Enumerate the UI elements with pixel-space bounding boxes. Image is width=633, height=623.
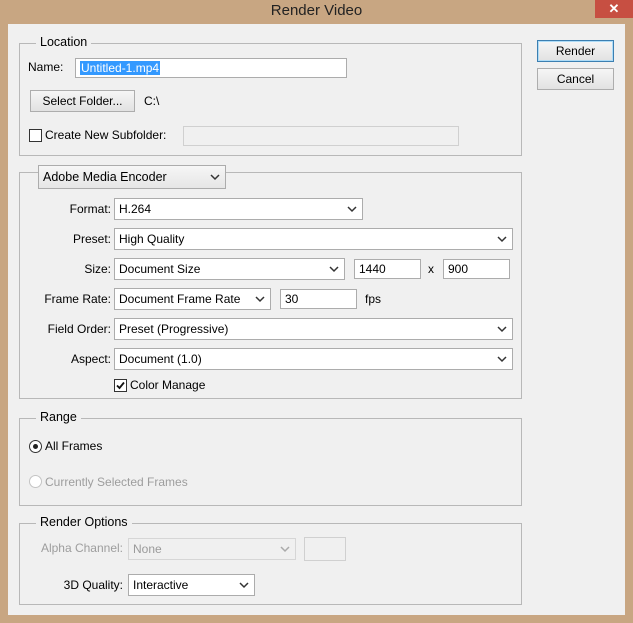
chevron-down-icon bbox=[255, 296, 265, 303]
alpha-channel-select[interactable]: None bbox=[128, 538, 296, 560]
name-field-value: Untitled-1.mp4 bbox=[80, 61, 161, 75]
width-field[interactable]: 1440 bbox=[354, 259, 421, 279]
render-button[interactable]: Render bbox=[537, 40, 614, 62]
chevron-down-icon bbox=[497, 326, 507, 333]
aspect-select[interactable]: Document (1.0) bbox=[114, 348, 513, 370]
selected-frames-radio[interactable] bbox=[29, 475, 42, 488]
chevron-down-icon bbox=[347, 206, 357, 213]
3d-quality-value: Interactive bbox=[133, 578, 189, 592]
chevron-down-icon bbox=[239, 582, 249, 589]
alpha-channel-value: None bbox=[133, 542, 162, 556]
create-subfolder-checkbox[interactable] bbox=[29, 129, 42, 142]
chevron-down-icon bbox=[280, 546, 290, 553]
size-select[interactable]: Document Size bbox=[114, 258, 345, 280]
folder-path: C:\ bbox=[144, 94, 160, 108]
fps-field[interactable]: 30 bbox=[280, 289, 357, 309]
height-field[interactable]: 900 bbox=[443, 259, 510, 279]
cancel-button[interactable]: Cancel bbox=[537, 68, 614, 90]
range-group: Range All Frames Currently Selected Fram… bbox=[19, 410, 522, 506]
size-separator: x bbox=[428, 262, 434, 276]
encoder-group: Adobe Media Encoder Format: H.264 Preset… bbox=[19, 165, 522, 399]
location-group: Location Name: Untitled-1.mp4 Select Fol… bbox=[19, 35, 522, 156]
alpha-color-swatch[interactable] bbox=[304, 537, 346, 561]
aspect-label: Aspect: bbox=[70, 352, 111, 366]
render-options-group: Render Options Alpha Channel: None 3D Qu… bbox=[19, 515, 522, 605]
chevron-down-icon bbox=[497, 236, 507, 243]
format-value: H.264 bbox=[119, 202, 152, 216]
render-options-group-title: Render Options bbox=[36, 515, 132, 529]
size-value: Document Size bbox=[119, 262, 201, 276]
frame-rate-label: Frame Rate: bbox=[44, 292, 111, 306]
field-order-label: Field Order: bbox=[47, 322, 111, 336]
preset-select[interactable]: High Quality bbox=[114, 228, 513, 250]
3d-quality-select[interactable]: Interactive bbox=[128, 574, 255, 596]
radio-selected-dot bbox=[33, 444, 38, 449]
subfolder-field[interactable] bbox=[183, 126, 459, 146]
dialog-client: Location Name: Untitled-1.mp4 Select Fol… bbox=[8, 24, 625, 615]
aspect-value: Document (1.0) bbox=[119, 352, 202, 366]
name-field[interactable]: Untitled-1.mp4 bbox=[75, 58, 347, 78]
create-subfolder-label: Create New Subfolder: bbox=[45, 128, 167, 142]
chevron-down-icon bbox=[210, 174, 220, 181]
preset-label: Preset: bbox=[72, 232, 111, 246]
frame-rate-value: Document Frame Rate bbox=[119, 292, 241, 306]
3d-quality-label: 3D Quality: bbox=[63, 578, 123, 592]
close-button[interactable]: ✕ bbox=[595, 0, 633, 18]
encoder-select[interactable]: Adobe Media Encoder bbox=[38, 165, 226, 189]
field-order-select[interactable]: Preset (Progressive) bbox=[114, 318, 513, 340]
name-label: Name: bbox=[28, 60, 64, 74]
all-frames-radio[interactable] bbox=[29, 440, 42, 453]
encoder-select-value: Adobe Media Encoder bbox=[43, 170, 167, 184]
size-label: Size: bbox=[84, 262, 111, 276]
field-order-value: Preset (Progressive) bbox=[119, 322, 229, 336]
color-manage-label: Color Manage bbox=[130, 378, 206, 392]
fps-unit: fps bbox=[365, 292, 382, 306]
chevron-down-icon bbox=[329, 266, 339, 273]
preset-value: High Quality bbox=[119, 232, 185, 246]
close-icon: ✕ bbox=[608, 1, 620, 16]
window-title: Render Video bbox=[270, 2, 363, 19]
format-label: Format: bbox=[69, 202, 111, 216]
frame-rate-select[interactable]: Document Frame Rate bbox=[114, 288, 271, 310]
check-icon bbox=[116, 381, 125, 390]
range-group-title: Range bbox=[36, 410, 81, 424]
all-frames-label: All Frames bbox=[45, 439, 103, 453]
select-folder-button[interactable]: Select Folder... bbox=[30, 90, 135, 112]
chevron-down-icon bbox=[497, 356, 507, 363]
location-group-title: Location bbox=[36, 35, 92, 49]
color-manage-checkbox[interactable] bbox=[114, 379, 127, 392]
selected-frames-label: Currently Selected Frames bbox=[45, 475, 188, 489]
alpha-channel-label: Alpha Channel: bbox=[40, 541, 123, 555]
format-select[interactable]: H.264 bbox=[114, 198, 363, 220]
